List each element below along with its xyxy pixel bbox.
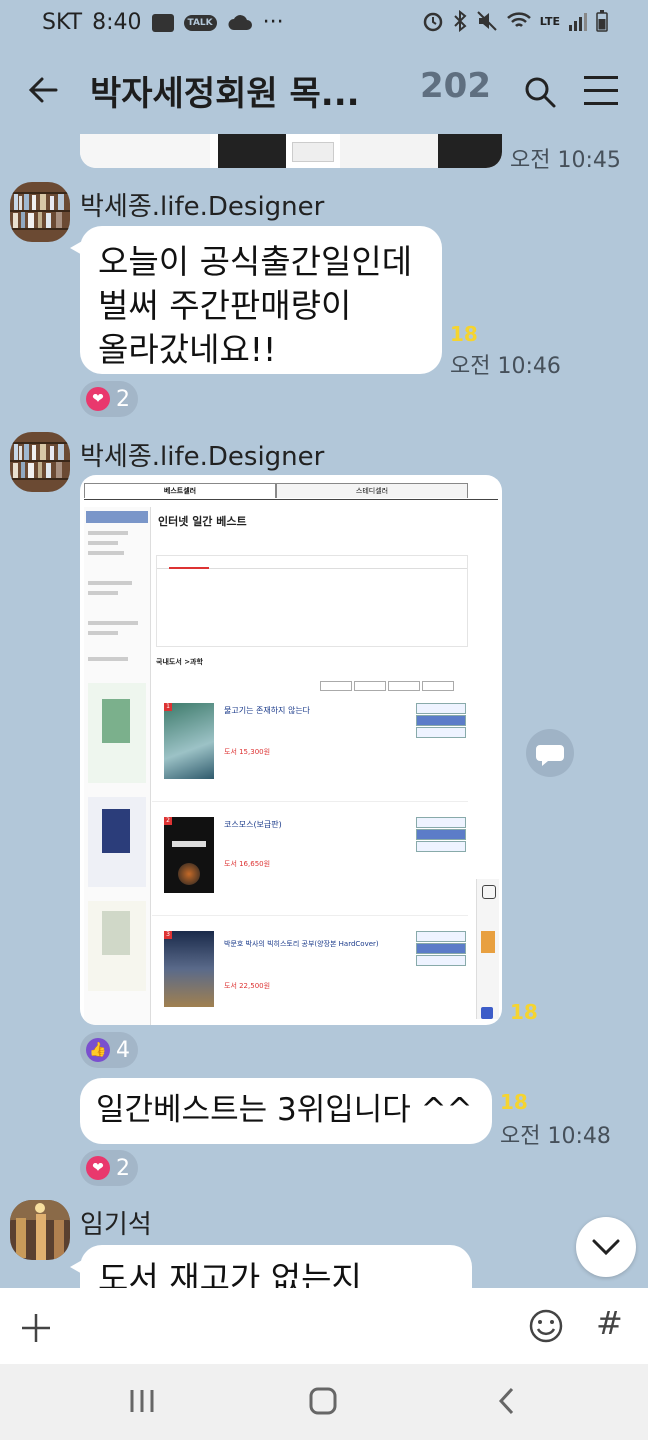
book-price: 도서 15,300원 [224, 748, 271, 756]
back-arrow-icon [28, 77, 58, 103]
system-nav-bar [0, 1364, 648, 1440]
library-avatar-image [10, 1200, 70, 1260]
reaction-like[interactable]: 👍 4 [80, 1032, 138, 1068]
book-row: 2 코스모스(보급판) 도서 16,650원 [152, 813, 468, 916]
nav-back-icon [498, 1387, 514, 1415]
share-button[interactable] [526, 729, 574, 777]
scroll-to-bottom-button[interactable] [576, 1217, 636, 1277]
input-bar: # [0, 1288, 648, 1364]
reaction-heart[interactable]: ❤ 2 [80, 1150, 138, 1186]
recent-apps-icon [130, 1390, 154, 1412]
avatar[interactable] [10, 432, 70, 492]
emoji-icon [529, 1309, 563, 1343]
home-button[interactable] [306, 1384, 340, 1418]
book-title: 물고기는 존재하지 않는다 [224, 706, 311, 715]
plus-icon [22, 1314, 50, 1342]
chevron-down-icon [592, 1239, 620, 1256]
unread-count: 18 [500, 1090, 528, 1114]
book-row: 3 박문호 박사의 빅히스토리 공부(양장본 HardCover) 도서 22,… [152, 927, 468, 1025]
bookshelf-avatar-image [10, 182, 70, 242]
category-path: 국내도서 >과학 [156, 658, 203, 666]
unread-count: 18 [450, 322, 478, 346]
status-left: SKT 8:40 TALK ··· [42, 10, 284, 35]
image-sidebar [84, 507, 151, 1025]
message-line: 벌써 주간판매량이 [98, 286, 352, 325]
recent-apps-button[interactable] [128, 1388, 156, 1414]
book-cover [164, 703, 214, 779]
book-title: 코스모스(보급판) [224, 820, 282, 829]
reaction-heart[interactable]: ❤ 2 [80, 381, 138, 417]
hashtag-button[interactable]: # [596, 1304, 623, 1342]
heart-icon: ❤ [86, 387, 110, 411]
chat-header: 박자세정회원 목... 202 [0, 46, 648, 134]
book-title: 박문호 박사의 빅히스토리 공부(양장본 HardCover) [224, 940, 379, 948]
menu-icon [584, 76, 618, 79]
alarm-icon [423, 12, 443, 32]
signal-icon [569, 13, 587, 31]
search-button[interactable] [520, 72, 560, 112]
image-tab-row: 베스트셀러 스테디셀러 [84, 483, 498, 500]
image-tab: 베스트셀러 [84, 483, 276, 498]
gallery-icon [151, 13, 174, 32]
mute-icon [477, 11, 497, 31]
reaction-count: 2 [116, 1155, 130, 1181]
bookshelf-avatar-image [10, 432, 70, 492]
back-button[interactable] [22, 68, 66, 112]
thumbs-up-icon: 👍 [86, 1038, 110, 1062]
message-line: 올라갔네요!! [98, 330, 277, 369]
rank-badge: 3 [164, 931, 172, 939]
sender-name: 박세종.life.Designer [80, 442, 325, 472]
message-time: 오전 10:48 [500, 1124, 611, 1149]
message-input[interactable] [80, 1304, 510, 1348]
image-heading: 인터넷 일간 베스트 [158, 515, 247, 528]
book-row: 1 물고기는 존재하지 않는다 도서 15,300원 [152, 699, 468, 802]
book-price: 도서 22,500원 [224, 982, 271, 990]
cloud-icon [228, 14, 252, 30]
status-right: LTE [422, 10, 608, 32]
sender-name: 박세종.life.Designer [80, 192, 325, 222]
talk-icon: TALK [183, 14, 217, 31]
attach-button[interactable] [16, 1308, 56, 1348]
member-count: 202 [420, 66, 491, 106]
image-side-widget [476, 879, 499, 1019]
rank-badge: 1 [164, 703, 172, 711]
carrier: SKT [42, 10, 83, 35]
book-cover [164, 817, 214, 893]
avatar[interactable] [10, 1200, 70, 1260]
rank-badge: 2 [164, 817, 172, 825]
lte-label: LTE [539, 14, 560, 28]
message-bubble[interactable]: 일간베스트는 3위입니다 ^^ [80, 1078, 492, 1144]
unread-count: 18 [510, 1000, 538, 1024]
image-tab: 스테디셀러 [276, 483, 468, 498]
bestseller-screenshot-image[interactable]: 베스트셀러 스테디셀러 인터넷 일간 베스트 국내도서 >과학 1 물고기는 존… [80, 475, 502, 1025]
home-icon [309, 1387, 337, 1415]
search-icon [525, 77, 556, 108]
book-price: 도서 16,650원 [224, 860, 271, 868]
wifi-icon [506, 12, 531, 27]
book-cover [164, 931, 214, 1007]
emoji-button[interactable] [526, 1306, 566, 1346]
message-time: 오전 10:46 [450, 354, 561, 379]
clock: 8:40 [92, 10, 142, 35]
avatar[interactable] [10, 182, 70, 242]
category-grid [156, 555, 468, 647]
chat-title: 박자세정회원 목... [90, 74, 360, 114]
bluetooth-icon [454, 10, 467, 32]
status-bar: SKT 8:40 TALK ··· LTE [0, 0, 648, 46]
sender-name: 임기석 [80, 1210, 152, 1240]
nav-back-button[interactable] [494, 1384, 520, 1418]
heart-icon: ❤ [86, 1156, 110, 1180]
partial-image-message[interactable] [80, 134, 502, 168]
battery-icon [596, 10, 608, 32]
menu-button[interactable] [584, 76, 620, 106]
message-time: 오전 10:45 [510, 148, 621, 173]
chat-share-icon [536, 745, 564, 766]
message-bubble[interactable]: 오늘이 공식출간일인데 벌써 주간판매량이 올라갔네요!! [70, 226, 442, 374]
reaction-count: 2 [116, 386, 130, 412]
reaction-count: 4 [116, 1037, 130, 1063]
message-line: 오늘이 공식출간일인데 [98, 242, 413, 281]
more-notifications: ··· [262, 10, 284, 35]
